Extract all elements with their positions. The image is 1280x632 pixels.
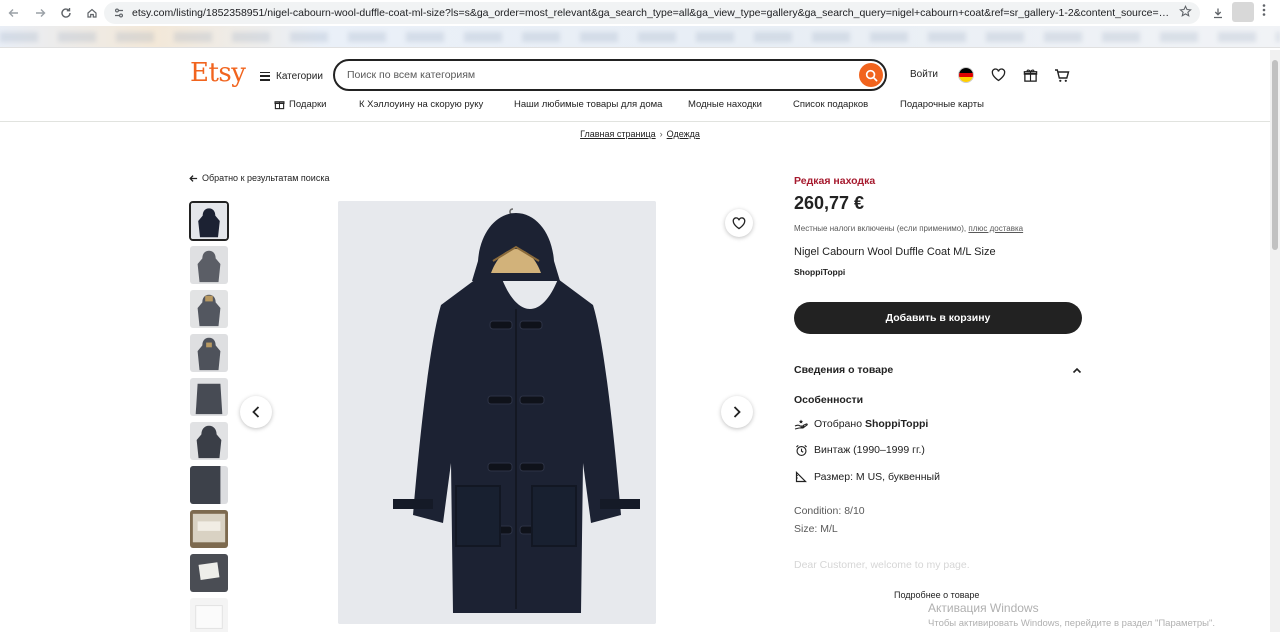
feature-hand-picked: Отобрано ShoppiToppi: [794, 417, 928, 431]
main-product-image[interactable]: [338, 201, 656, 624]
etsy-logo[interactable]: Etsy: [190, 58, 246, 88]
thumbnail-2[interactable]: [189, 245, 229, 285]
thumbnail-1[interactable]: [189, 201, 229, 241]
heart-icon: [732, 216, 746, 229]
feature-hand-picked-prefix: Отобрано: [814, 418, 865, 430]
back-to-results-link[interactable]: Обратно к результатам поиска: [189, 173, 329, 183]
nav-gifts-label: Подарки: [289, 99, 327, 110]
listing-title: Nigel Cabourn Wool Duffle Coat M/L Size: [794, 246, 996, 258]
gift-icon: [274, 101, 285, 110]
hamburger-icon: [260, 71, 270, 81]
tax-note-text: Местные налоги включены (если применимо)…: [794, 224, 967, 233]
next-image-button[interactable]: [721, 396, 753, 428]
ruler-triangle-icon: [794, 470, 808, 484]
sign-in-link[interactable]: Войти: [910, 69, 938, 80]
size-text: Size: M/L: [794, 523, 838, 535]
site-header: Etsy Категории Войти Подарки К Хэллоуину…: [0, 50, 1280, 122]
nav-gift-cards[interactable]: Подарочные карты: [900, 99, 984, 110]
categories-button[interactable]: Категории: [260, 67, 323, 85]
add-to-cart-button[interactable]: Добавить в корзину: [794, 302, 1082, 334]
thumbnail-list: [189, 201, 229, 632]
thumbnail-10[interactable]: [189, 597, 229, 632]
chevron-left-icon: [252, 406, 260, 418]
favorites-heart-icon[interactable]: [989, 66, 1007, 84]
germany-flag-icon[interactable]: [958, 67, 974, 83]
thumbnail-6[interactable]: [189, 421, 229, 461]
categories-label: Категории: [276, 70, 323, 82]
site-info-icon[interactable]: [110, 4, 128, 22]
rare-find-badge: Редкая находка: [794, 175, 876, 187]
profile-avatar[interactable]: [1232, 2, 1254, 22]
product-price: 260,77 €: [794, 193, 865, 213]
shipping-link[interactable]: плюс доставка: [968, 224, 1023, 233]
breadcrumb: Главная страница › Одежда: [0, 129, 1280, 139]
scrollbar-thumb[interactable]: [1272, 60, 1278, 250]
nav-home-favorites[interactable]: Наши любимые товары для дома: [514, 99, 662, 110]
page-scrollbar[interactable]: [1270, 50, 1280, 632]
nav-gift-list[interactable]: Список подарков: [793, 99, 868, 110]
thumbnail-8[interactable]: [189, 509, 229, 549]
cart-icon[interactable]: [1053, 66, 1071, 84]
nav-halloween[interactable]: К Хэллоуину на скорую руку: [359, 99, 483, 110]
back-to-results-label: Обратно к результатам поиска: [202, 173, 330, 183]
browser-nav-buttons: [2, 1, 104, 25]
chevron-right-icon: ›: [659, 129, 663, 139]
add-to-favorites-button[interactable]: [725, 209, 753, 237]
feature-size-label: Размер: M US, буквенный: [814, 471, 940, 483]
address-bar[interactable]: etsy.com/listing/1852358951/nigel-cabour…: [104, 2, 1200, 24]
browser-menu-icon[interactable]: [1262, 3, 1266, 20]
browser-toolbar: etsy.com/listing/1852358951/nigel-cabour…: [0, 0, 1280, 26]
hand-picked-icon: [794, 417, 808, 431]
reload-icon[interactable]: [54, 1, 78, 25]
feature-vintage: Винтаж (1990–1999 гг.): [794, 443, 925, 457]
shop-name-link[interactable]: ShoppiToppi: [794, 267, 845, 277]
thumbnail-3[interactable]: [189, 289, 229, 329]
search-button[interactable]: [859, 63, 883, 87]
windows-activation-title: Активация Windows: [928, 601, 1039, 615]
alarm-clock-icon: [794, 443, 808, 457]
arrow-left-icon: [189, 174, 198, 182]
chevron-right-icon: [733, 406, 741, 418]
gift-icon[interactable]: [1021, 66, 1039, 84]
item-details-heading: Сведения о товаре: [794, 364, 894, 376]
thumbnail-4[interactable]: [189, 333, 229, 373]
description-preview: Dear Customer, welcome to my page.: [794, 559, 970, 571]
feature-vintage-label: Винтаж (1990–1999 гг.): [814, 444, 925, 456]
more-details-link[interactable]: Подробнее о товаре: [894, 590, 979, 600]
url-text[interactable]: etsy.com/listing/1852358951/nigel-cabour…: [132, 7, 1172, 19]
previous-image-button[interactable]: [240, 396, 272, 428]
chevron-up-icon: [1072, 367, 1082, 373]
search-bar: [333, 59, 887, 91]
item-details-toggle[interactable]: Сведения о товаре: [794, 364, 1082, 376]
condition-text: Condition: 8/10: [794, 505, 865, 517]
forward-arrow-icon[interactable]: [28, 1, 52, 25]
home-icon[interactable]: [80, 1, 104, 25]
search-input[interactable]: [347, 69, 847, 81]
back-arrow-icon[interactable]: [2, 1, 26, 25]
nav-gifts[interactable]: Подарки: [274, 99, 326, 110]
breadcrumb-home[interactable]: Главная страница: [580, 129, 656, 139]
search-icon: [865, 69, 877, 81]
windows-activation-message: Чтобы активировать Windows, перейдите в …: [928, 618, 1215, 629]
thumbnail-5[interactable]: [189, 377, 229, 417]
category-nav: Подарки К Хэллоуину на скорую руку Наши …: [0, 98, 1280, 114]
bookmark-star-icon[interactable]: [1179, 5, 1192, 21]
features-heading: Особенности: [794, 394, 864, 406]
breadcrumb-clothing[interactable]: Одежда: [667, 129, 700, 139]
nav-fashion-finds[interactable]: Модные находки: [688, 99, 762, 110]
feature-hand-picked-shop: ShoppiToppi: [864, 418, 929, 430]
thumbnail-7[interactable]: [189, 465, 229, 505]
tax-note: Местные налоги включены (если применимо)…: [794, 224, 1023, 233]
bookmarks-bar-blurred: [0, 26, 1280, 48]
download-icon[interactable]: [1208, 3, 1228, 23]
thumbnail-9[interactable]: [189, 553, 229, 593]
feature-size: Размер: M US, буквенный: [794, 470, 940, 484]
